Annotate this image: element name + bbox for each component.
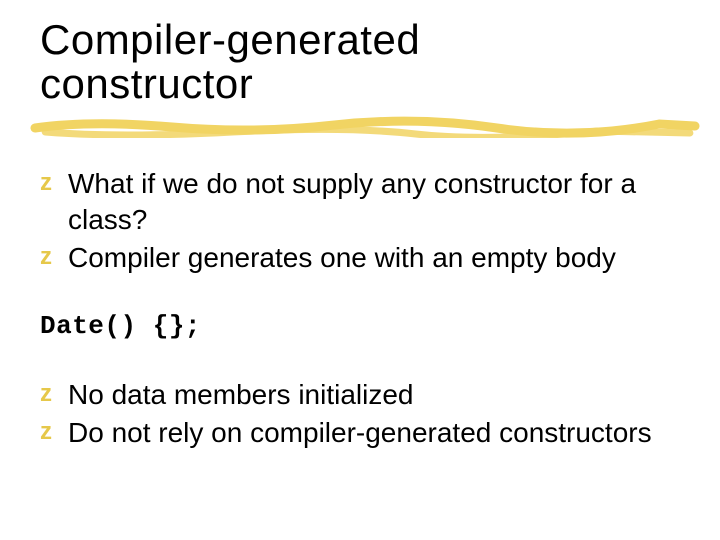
bullet-text: Compiler generates one with an empty bod… xyxy=(68,242,616,273)
bullet-item: z Do not rely on compiler-generated cons… xyxy=(40,415,690,451)
bullet-text: What if we do not supply any constructor… xyxy=(68,168,636,235)
bullet-group-1: z What if we do not supply any construct… xyxy=(40,166,690,275)
slide-title: Compiler-generated constructor xyxy=(40,18,690,106)
bullet-glyph-icon: z xyxy=(40,417,52,448)
bullet-text: Do not rely on compiler-generated constr… xyxy=(68,417,652,448)
bullet-group-2: z No data members initialized z Do not r… xyxy=(40,377,690,451)
slide-body: z What if we do not supply any construct… xyxy=(40,166,690,450)
code-sample: Date() {}; xyxy=(40,310,690,343)
title-line-2: constructor xyxy=(40,60,253,107)
title-underline xyxy=(30,114,700,138)
bullet-text: No data members initialized xyxy=(68,379,414,410)
bullet-glyph-icon: z xyxy=(40,379,52,410)
bullet-item: z What if we do not supply any construct… xyxy=(40,166,690,238)
bullet-glyph-icon: z xyxy=(40,242,52,273)
bullet-glyph-icon: z xyxy=(40,168,52,199)
bullet-item: z Compiler generates one with an empty b… xyxy=(40,240,690,276)
bullet-item: z No data members initialized xyxy=(40,377,690,413)
slide: Compiler-generated constructor z What if… xyxy=(0,0,720,540)
title-line-1: Compiler-generated xyxy=(40,16,420,63)
